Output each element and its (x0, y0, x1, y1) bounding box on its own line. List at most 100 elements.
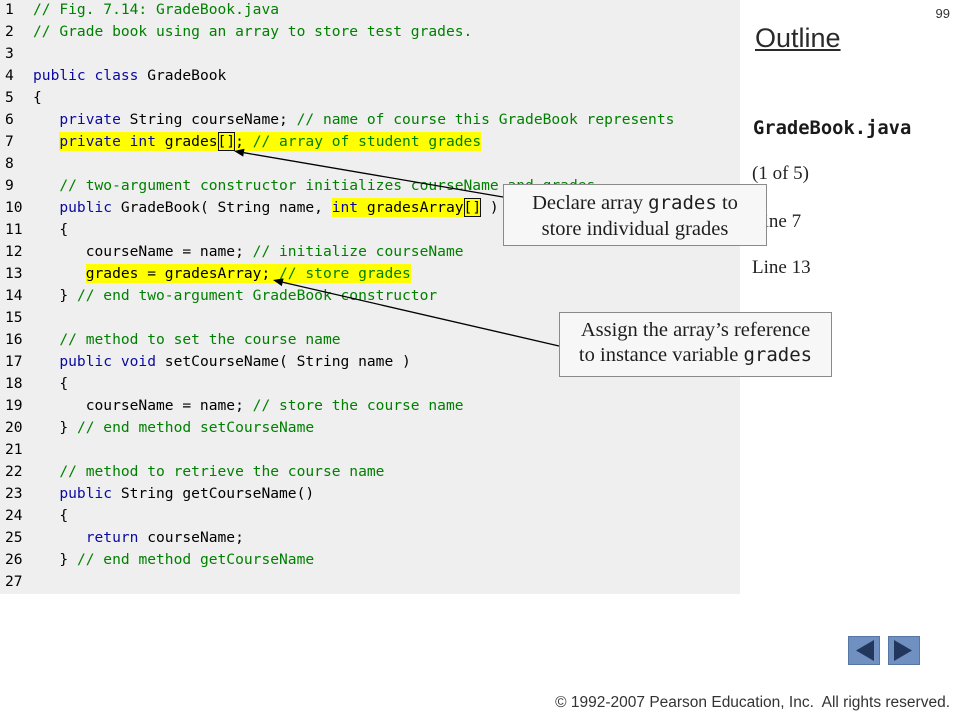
code-comment: // method to set the course name (59, 331, 341, 348)
code-token: ; (235, 132, 253, 151)
code-text: // method to retrieve the course name (33, 461, 384, 483)
code-line: 8 (0, 153, 740, 175)
code-token: { (33, 221, 69, 238)
code-line: 1 // Fig. 7.14: GradeBook.java (0, 0, 740, 21)
line-number: 15 (5, 309, 23, 326)
code-line: 7 private int grades[]; // array of stud… (0, 131, 740, 153)
code-token: String getCourseName() (112, 485, 315, 502)
code-text: grades = gradesArray; // store grades (33, 263, 411, 285)
next-slide-button[interactable] (888, 636, 920, 665)
outline-title: Outline (755, 23, 841, 53)
triangle-left-icon (856, 640, 874, 661)
line-number: 1 (5, 1, 14, 18)
code-listing: 1 // Fig. 7.14: GradeBook.java 2 // Grade b… (0, 0, 740, 594)
line-number: 12 (5, 243, 23, 260)
code-text: { (33, 505, 68, 527)
line-number: 24 (5, 507, 23, 524)
code-text: private int grades[]; // array of studen… (33, 131, 482, 153)
code-comment: // initialize courseName (252, 243, 464, 260)
code-token: GradeBook( String name, (112, 199, 332, 216)
code-text: public class GradeBook (33, 65, 226, 87)
triangle-right-icon (894, 640, 912, 661)
code-line: 3 (0, 43, 740, 65)
line-number: 2 (5, 23, 14, 40)
code-text: { (33, 373, 68, 395)
line-number: 8 (5, 155, 14, 172)
code-comment: // Fig. 7.14: GradeBook.java (33, 1, 280, 18)
line-number: 17 (5, 353, 23, 370)
code-keyword: private int (59, 132, 157, 151)
code-comment: // end method getCourseName (76, 551, 315, 568)
callout-code-term: grades (648, 192, 717, 214)
code-text: private String courseName; // name of co… (33, 109, 674, 131)
code-text: } // end method setCourseName (33, 417, 314, 439)
code-keyword: public void (59, 353, 157, 370)
line-number: 25 (5, 529, 23, 546)
code-keyword: public (59, 485, 113, 502)
line-number: 16 (5, 331, 23, 348)
code-line: 21 (0, 439, 740, 461)
code-comment: // end two-argument GradeBook constructo… (76, 287, 438, 304)
callout-text: store individual grades (541, 218, 729, 240)
code-text: // Grade book using an array to store te… (33, 21, 472, 43)
line-number: 4 (5, 67, 14, 84)
line-number: 10 (5, 199, 23, 216)
code-text: return courseName; (33, 527, 244, 549)
callout-line: Assign the array’s reference (560, 318, 831, 343)
code-token: courseName = name; (33, 243, 253, 260)
line-number: 23 (5, 485, 23, 502)
code-comment: // store grades (279, 264, 411, 283)
code-text: public GradeBook( String name, int grade… (33, 197, 499, 219)
line-number: 19 (5, 397, 23, 414)
code-token: GradeBook (138, 67, 227, 84)
callout-text: to (716, 192, 738, 214)
code-keyword: public (59, 199, 113, 216)
code-token: { (33, 507, 69, 524)
code-line: 25 return courseName; (0, 527, 740, 549)
code-comment: // store the course name (252, 397, 464, 414)
code-line: 6 private String courseName; // name of … (0, 109, 740, 131)
code-comment: // name of course this GradeBook represe… (296, 111, 675, 128)
part-indicator: (1 of 5) (752, 163, 809, 184)
code-text: { (33, 219, 68, 241)
code-token: String courseName; (120, 111, 297, 128)
code-token: courseName; (138, 529, 244, 546)
code-line: 24 { (0, 505, 740, 527)
code-line: 26 } // end method getCourseName (0, 549, 740, 571)
copyright-notice: © 1992-2007 Pearson Education, Inc. All … (555, 694, 950, 711)
line-number: 6 (5, 111, 14, 128)
callout-text: Assign the array’s reference (580, 319, 811, 341)
line-reference: Line 13 (752, 257, 811, 278)
callout-assign-reference: Assign the array’s reference to instance… (559, 312, 832, 377)
code-token: grades = gradesArray; (85, 264, 280, 283)
code-token: { (33, 375, 69, 392)
code-comment: // method to retrieve the course name (59, 463, 385, 480)
line-number: 14 (5, 287, 23, 304)
code-comment: // end method setCourseName (76, 419, 315, 436)
line-number: 5 (5, 89, 14, 106)
code-token: } (33, 419, 77, 436)
line-number: 9 (5, 177, 14, 194)
code-token: setCourseName( String name ) (156, 353, 411, 370)
code-line: 27 (0, 571, 740, 593)
code-text: // method to set the course name (33, 329, 341, 351)
code-line: 13 grades = gradesArray; // store grades (0, 263, 740, 285)
code-text: } // end two-argument GradeBook construc… (33, 285, 437, 307)
previous-slide-button[interactable] (848, 636, 880, 665)
code-token: ) (481, 199, 499, 216)
callout-text: to instance variable (578, 344, 744, 366)
code-token: grades (156, 132, 218, 151)
code-text: public void setCourseName( String name ) (33, 351, 411, 373)
code-token: gradesArray (358, 198, 464, 217)
code-line: 22 // method to retrieve the course name (0, 461, 740, 483)
code-line: 2 // Grade book using an array to store t… (0, 21, 740, 43)
code-line: 14 } // end two-argument GradeBook const… (0, 285, 740, 307)
line-number: 26 (5, 551, 23, 568)
